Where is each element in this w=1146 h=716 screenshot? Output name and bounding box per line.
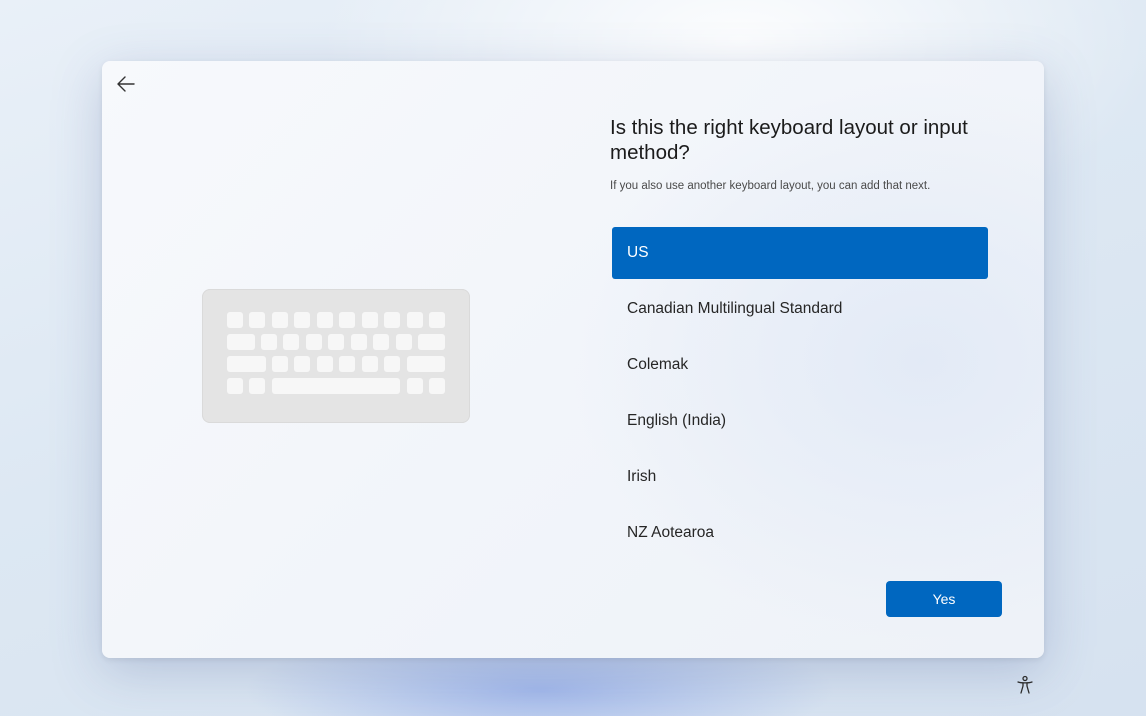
layout-option-nz-aotearoa[interactable]: NZ Aotearoa xyxy=(612,507,988,559)
layout-option-english-india[interactable]: English (India) xyxy=(612,395,988,447)
layout-option-us[interactable]: US xyxy=(612,227,988,279)
layout-option-label: Irish xyxy=(627,468,657,485)
layout-option-colemak[interactable]: Colemak xyxy=(612,339,988,391)
accessibility-button[interactable] xyxy=(1014,674,1036,696)
back-button[interactable] xyxy=(114,73,138,95)
keyboard-icon xyxy=(202,289,470,423)
layout-option-label: NZ Aotearoa xyxy=(627,524,715,541)
layout-option-irish[interactable]: Irish xyxy=(612,451,988,503)
layout-option-label: Colemak xyxy=(627,356,689,373)
keyboard-layout-list: US Canadian Multilingual Standard Colema… xyxy=(612,227,988,563)
page-subtitle: If you also use another keyboard layout,… xyxy=(610,180,931,192)
layout-option-label: Canadian Multilingual Standard xyxy=(627,300,843,317)
layout-option-label: US xyxy=(627,244,649,261)
accessibility-icon xyxy=(1017,675,1033,694)
page-title: Is this the right keyboard layout or inp… xyxy=(610,116,968,164)
arrow-left-icon xyxy=(117,76,135,92)
yes-button[interactable]: Yes xyxy=(886,581,1002,617)
oobe-dialog: Is this the right keyboard layout or inp… xyxy=(102,61,1044,658)
layout-option-canadian-multilingual-standard[interactable]: Canadian Multilingual Standard xyxy=(612,283,988,335)
layout-option-label: English (India) xyxy=(627,412,727,429)
